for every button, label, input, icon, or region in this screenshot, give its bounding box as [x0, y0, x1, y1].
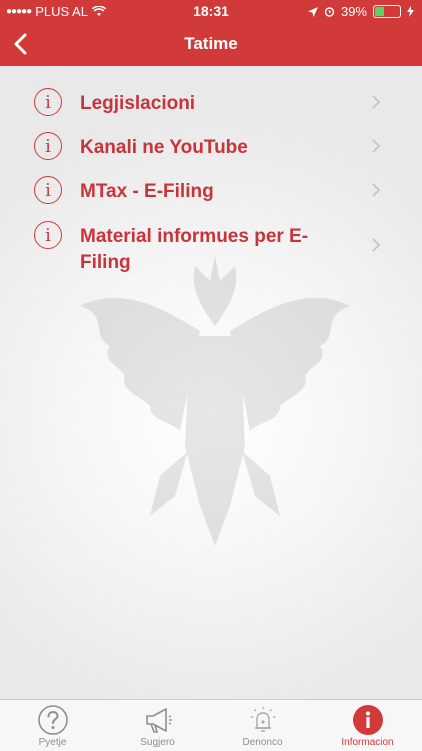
list-item-label: Kanali ne YouTube: [80, 137, 248, 158]
chevron-right-icon: [372, 95, 381, 109]
info-icon: i: [34, 88, 62, 116]
tab-denonco[interactable]: Denonco: [210, 700, 315, 751]
tab-bar: Pyetje Sugjero Denonco Informacion: [0, 699, 422, 751]
tab-sugjero[interactable]: Sugjero: [105, 700, 210, 751]
page-title: Tatime: [184, 34, 238, 53]
megaphone-icon: [146, 708, 172, 733]
list-item-label: Material informues per E-Filing: [80, 226, 309, 273]
info-icon: i: [34, 221, 62, 249]
chevron-right-icon: [372, 139, 381, 153]
tab-label: Pyetje: [38, 737, 67, 748]
navigation-bar: Tatime: [0, 22, 422, 66]
alarm-icon: [324, 7, 335, 17]
tab-informacion[interactable]: Informacion: [315, 700, 420, 751]
list-item-label: Legjislacioni: [80, 93, 196, 114]
info-icon: i: [34, 176, 62, 204]
tab-label: Denonco: [242, 737, 283, 748]
tab-label: Sugjero: [140, 737, 175, 748]
question-icon: [38, 705, 68, 735]
battery-percent: 39%: [340, 4, 367, 19]
status-bar: ●●●●● PLUS AL 18:31 39%: [0, 0, 422, 22]
eagle-emblem-watermark: [80, 256, 350, 546]
list-item-label: MTax - E-Filing: [80, 181, 214, 202]
info-icon: i: [34, 132, 62, 160]
info-icon: [353, 705, 383, 735]
charging-icon: [407, 6, 414, 17]
tab-pyetje[interactable]: Pyetje: [0, 700, 105, 751]
battery-fill: [375, 7, 384, 16]
status-right: 39%: [307, 4, 414, 19]
chevron-right-icon: [372, 183, 381, 197]
location-arrow-icon: [307, 6, 318, 17]
bell-alert-icon: [250, 707, 276, 732]
chevron-right-icon: [372, 238, 381, 252]
tab-label: Informacion: [341, 737, 394, 748]
battery-icon: [373, 5, 401, 18]
content-area: i Legjislacioni i Kanali ne YouTube i MT…: [0, 66, 422, 699]
